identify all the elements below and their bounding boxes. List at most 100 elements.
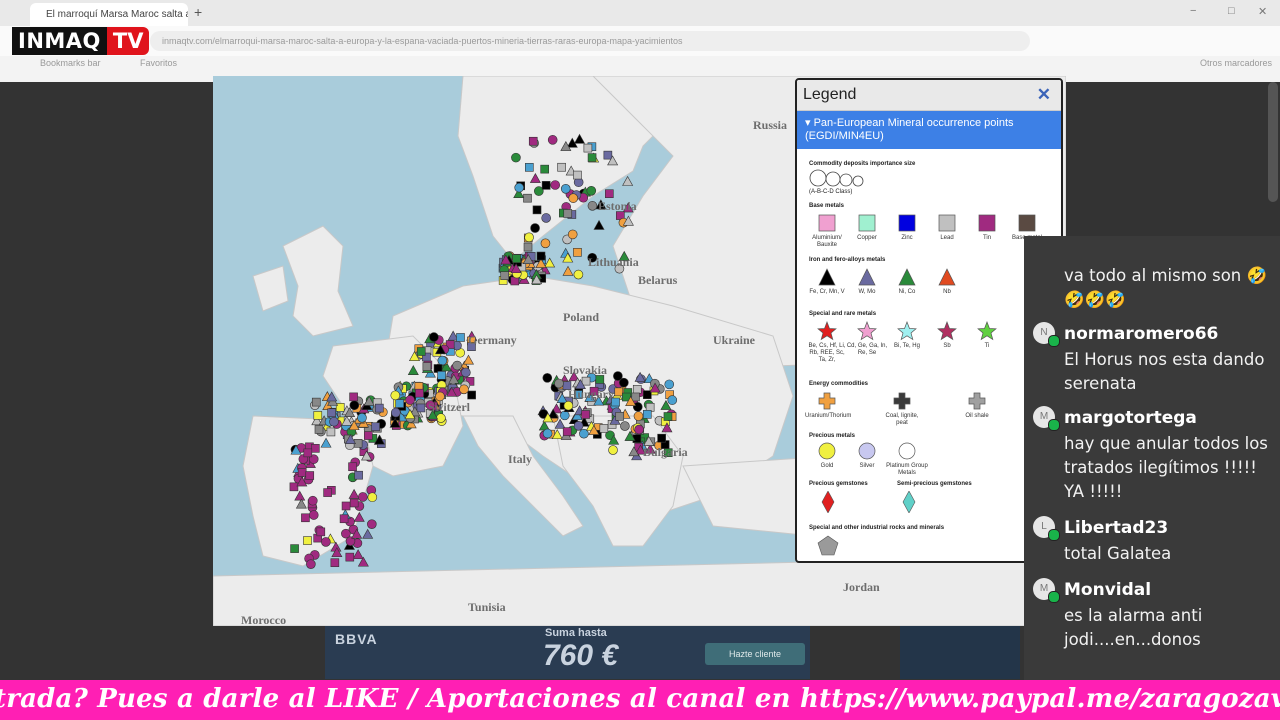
deposit-point[interactable]: [560, 184, 571, 194]
deposit-point[interactable]: [559, 410, 570, 421]
deposit-point[interactable]: [593, 219, 605, 230]
deposit-point[interactable]: [603, 150, 613, 160]
deposit-point[interactable]: [357, 492, 368, 502]
deposit-point[interactable]: [511, 152, 521, 163]
deposit-point[interactable]: [306, 559, 316, 569]
deposit-point[interactable]: [391, 407, 401, 418]
deposit-point[interactable]: [311, 397, 321, 407]
deposit-point[interactable]: [573, 248, 582, 257]
deposit-point[interactable]: [326, 427, 336, 437]
deposit-point[interactable]: [541, 181, 551, 190]
deposit-point[interactable]: [357, 413, 367, 423]
deposit-point[interactable]: [371, 422, 380, 432]
deposit-point[interactable]: [316, 527, 326, 537]
deposit-point[interactable]: [608, 445, 618, 455]
deposit-point[interactable]: [532, 205, 542, 215]
deposit-point[interactable]: [416, 347, 426, 356]
deposit-point[interactable]: [581, 410, 590, 419]
deposit-point[interactable]: [514, 182, 525, 193]
deposit-point[interactable]: [599, 424, 609, 433]
deposit-point[interactable]: [323, 488, 332, 497]
deposit-point[interactable]: [364, 431, 373, 440]
deposit-point[interactable]: [563, 400, 574, 411]
deposit-point[interactable]: [416, 403, 426, 413]
deposit-point[interactable]: [313, 411, 323, 420]
deposit-point[interactable]: [573, 421, 584, 431]
bookmark-item[interactable]: Bookmarks bar: [40, 58, 101, 68]
deposit-point[interactable]: [563, 209, 573, 218]
deposit-point[interactable]: [633, 411, 644, 421]
deposit-point[interactable]: [512, 254, 521, 263]
ad-banner-secondary[interactable]: [900, 625, 1020, 679]
deposit-point[interactable]: [301, 513, 310, 523]
deposit-point[interactable]: [415, 388, 424, 398]
deposit-point[interactable]: [297, 468, 307, 477]
deposit-point[interactable]: [290, 544, 299, 553]
deposit-point[interactable]: [573, 269, 584, 280]
deposit-point[interactable]: [327, 408, 336, 418]
maximize-button[interactable]: □: [1228, 5, 1235, 17]
deposit-point[interactable]: [573, 170, 582, 180]
deposit-point[interactable]: [663, 412, 673, 421]
deposit-point[interactable]: [540, 238, 551, 249]
deposit-point[interactable]: [305, 471, 315, 480]
deposit-point[interactable]: [581, 376, 591, 386]
deposit-point[interactable]: [562, 265, 574, 276]
deposit-point[interactable]: [303, 448, 313, 458]
deposit-point[interactable]: [615, 412, 625, 421]
deposit-point[interactable]: [429, 332, 439, 342]
deposit-point[interactable]: [437, 355, 448, 366]
deposit-point[interactable]: [530, 223, 540, 233]
deposit-point[interactable]: [362, 528, 374, 539]
deposit-point[interactable]: [348, 462, 357, 472]
deposit-point[interactable]: [568, 193, 579, 203]
deposit-point[interactable]: [547, 135, 558, 145]
deposit-point[interactable]: [634, 424, 644, 435]
deposit-point[interactable]: [664, 379, 675, 390]
deposit-point[interactable]: [349, 498, 359, 508]
deposit-point[interactable]: [619, 377, 629, 388]
deposit-point[interactable]: [467, 390, 476, 400]
deposit-point[interactable]: [632, 384, 642, 394]
new-tab-button[interactable]: +: [194, 4, 202, 20]
ad-banner[interactable]: BBVA Suma hasta 760 € Hazte cliente: [325, 625, 810, 679]
deposit-point[interactable]: [459, 384, 469, 395]
deposit-point[interactable]: [352, 549, 364, 560]
deposit-point[interactable]: [452, 360, 462, 371]
deposit-point[interactable]: [657, 433, 666, 443]
chat-username[interactable]: normaromero66: [1064, 324, 1218, 344]
deposit-point[interactable]: [642, 410, 652, 419]
deposit-point[interactable]: [367, 492, 378, 503]
deposit-point[interactable]: [311, 444, 320, 453]
deposit-point[interactable]: [349, 400, 360, 411]
chat-username[interactable]: margotortega: [1064, 408, 1197, 428]
deposit-point[interactable]: [622, 175, 634, 186]
deposit-point[interactable]: [461, 367, 471, 378]
legend-layer-title[interactable]: ▾ Pan-European Mineral occurrence points…: [797, 111, 1061, 149]
bookmark-item[interactable]: Otros marcadores: [1200, 58, 1272, 68]
deposit-point[interactable]: [339, 514, 349, 524]
deposit-point[interactable]: [308, 495, 318, 506]
deposit-point[interactable]: [667, 395, 678, 405]
deposit-point[interactable]: [289, 482, 299, 492]
minimize-button[interactable]: −: [1190, 5, 1196, 17]
deposit-point[interactable]: [541, 213, 551, 223]
deposit-point[interactable]: [614, 387, 624, 397]
deposit-point[interactable]: [349, 392, 358, 402]
page-scrollbar[interactable]: [1268, 82, 1278, 202]
deposit-point[interactable]: [341, 501, 351, 511]
deposit-point[interactable]: [436, 413, 446, 423]
deposit-point[interactable]: [367, 519, 377, 529]
deposit-point[interactable]: [550, 180, 561, 190]
deposit-point[interactable]: [395, 399, 405, 408]
deposit-point[interactable]: [542, 373, 553, 383]
close-icon[interactable]: ✕: [1037, 85, 1051, 105]
deposit-point[interactable]: [523, 242, 533, 252]
deposit-point[interactable]: [620, 421, 630, 431]
close-window-button[interactable]: ✕: [1258, 5, 1267, 18]
deposit-point[interactable]: [303, 536, 312, 545]
deposit-point[interactable]: [525, 163, 534, 172]
deposit-point[interactable]: [390, 390, 401, 401]
deposit-point[interactable]: [554, 378, 564, 389]
chat-username[interactable]: Libertad23: [1064, 518, 1168, 538]
